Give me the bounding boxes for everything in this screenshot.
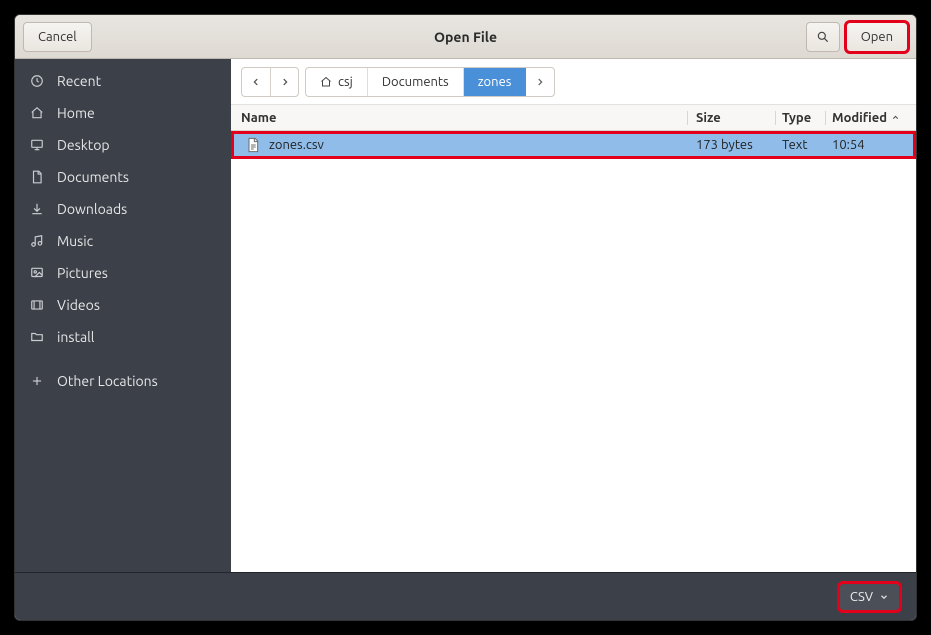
- desktop-icon: [29, 138, 45, 152]
- places-sidebar: Recent Home Desktop Documents Downloads …: [15, 59, 231, 572]
- file-type: Text: [776, 138, 826, 152]
- sidebar-item-label: Other Locations: [57, 373, 158, 389]
- breadcrumbs: csj Documents zones: [305, 67, 555, 97]
- sidebar-item-label: Music: [57, 233, 93, 249]
- sidebar-item-label: Desktop: [57, 137, 110, 153]
- sidebar-item-label: Home: [57, 105, 95, 121]
- search-icon: [816, 30, 830, 44]
- chevron-down-icon: [879, 592, 889, 602]
- chevron-left-icon: [251, 77, 261, 87]
- file-name: zones.csv: [269, 138, 324, 152]
- download-icon: [29, 202, 45, 216]
- folder-icon: [29, 330, 45, 344]
- sidebar-item-other-locations[interactable]: Other Locations: [15, 365, 231, 397]
- sidebar-item-label: Downloads: [57, 201, 127, 217]
- sidebar-item-videos[interactable]: Videos: [15, 289, 231, 321]
- breadcrumb-next-button[interactable]: [526, 77, 554, 87]
- sidebar-item-pictures[interactable]: Pictures: [15, 257, 231, 289]
- video-icon: [29, 298, 45, 312]
- sidebar-item-recent[interactable]: Recent: [15, 65, 231, 97]
- sidebar-item-install[interactable]: install: [15, 321, 231, 353]
- open-button[interactable]: Open: [846, 22, 908, 52]
- sidebar-item-documents[interactable]: Documents: [15, 161, 231, 193]
- breadcrumb-label: Documents: [382, 75, 449, 89]
- sort-asc-icon: [891, 113, 900, 122]
- sidebar-item-label: Pictures: [57, 265, 108, 281]
- home-icon: [29, 106, 45, 120]
- breadcrumb-zones[interactable]: zones: [464, 68, 527, 96]
- column-header-type[interactable]: Type: [776, 111, 826, 125]
- column-header-size[interactable]: Size: [688, 111, 776, 125]
- file-list[interactable]: zones.csv 173 bytes Text 10:54: [231, 131, 916, 572]
- plus-icon: [29, 374, 45, 388]
- titlebar: Cancel Open File Open: [15, 15, 916, 59]
- file-size: 173 bytes: [688, 138, 776, 152]
- sidebar-item-label: Recent: [57, 73, 101, 89]
- window-title: Open File: [434, 29, 497, 45]
- breadcrumb-label: zones: [478, 75, 512, 89]
- file-row[interactable]: zones.csv 173 bytes Text 10:54: [231, 131, 916, 159]
- picture-icon: [29, 266, 45, 280]
- chevron-right-icon: [535, 77, 545, 87]
- column-header-name[interactable]: Name: [231, 111, 688, 125]
- breadcrumb-documents[interactable]: Documents: [368, 68, 464, 96]
- sidebar-item-desktop[interactable]: Desktop: [15, 129, 231, 161]
- sidebar-item-music[interactable]: Music: [15, 225, 231, 257]
- breadcrumb-home[interactable]: csj: [306, 68, 368, 96]
- file-dialog: Cancel Open File Open Recent Home Deskto…: [14, 14, 917, 621]
- column-header-label: Modified: [832, 111, 887, 125]
- sidebar-item-label: Videos: [57, 297, 100, 313]
- column-headers: Name Size Type Modified: [231, 105, 916, 131]
- home-icon: [320, 76, 332, 88]
- footer-bar: CSV: [15, 572, 916, 620]
- text-file-icon: [245, 137, 261, 153]
- file-filter-dropdown[interactable]: CSV: [839, 583, 900, 611]
- document-icon: [29, 170, 45, 184]
- search-button[interactable]: [806, 22, 840, 52]
- column-header-modified[interactable]: Modified: [826, 111, 916, 125]
- path-back-button[interactable]: [242, 68, 270, 96]
- music-icon: [29, 234, 45, 248]
- path-bar: csj Documents zones: [231, 59, 916, 105]
- sidebar-item-label: Documents: [57, 169, 129, 185]
- breadcrumb-label: csj: [338, 75, 353, 89]
- path-forward-button[interactable]: [270, 68, 298, 96]
- sidebar-item-home[interactable]: Home: [15, 97, 231, 129]
- clock-icon: [29, 74, 45, 88]
- chevron-right-icon: [280, 77, 290, 87]
- cancel-button[interactable]: Cancel: [23, 22, 92, 52]
- path-nav: [241, 67, 299, 97]
- file-pane: csj Documents zones Name Size Type Modif…: [231, 59, 916, 572]
- file-filter-label: CSV: [850, 590, 873, 604]
- file-modified: 10:54: [826, 138, 916, 152]
- sidebar-item-downloads[interactable]: Downloads: [15, 193, 231, 225]
- sidebar-item-label: install: [57, 329, 94, 345]
